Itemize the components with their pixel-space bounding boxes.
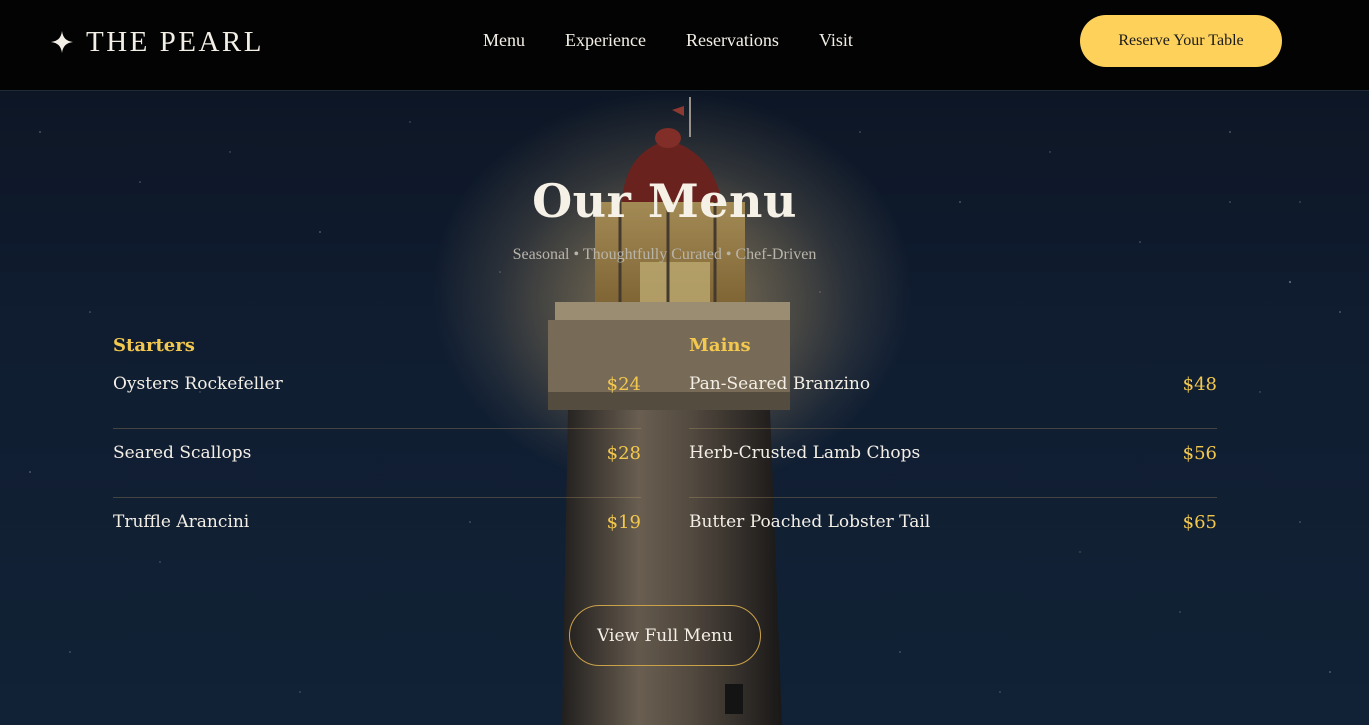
menu-item: Oysters Rockefeller $24 bbox=[113, 360, 641, 429]
main-nav: Menu Experience Reservations Visit bbox=[483, 30, 853, 51]
dish-price: $65 bbox=[1182, 512, 1217, 533]
dish-price: $24 bbox=[606, 374, 641, 395]
menu-item: Pan-Seared Branzino $48 bbox=[689, 360, 1217, 429]
dish-price: $28 bbox=[606, 443, 641, 464]
dish-name: Truffle Arancini bbox=[113, 512, 250, 532]
dish-price: $19 bbox=[606, 512, 641, 533]
mains-section: Mains Pan-Seared Branzino $48 Herb-Crust… bbox=[689, 332, 1217, 567]
menu-tagline: Seasonal • Thoughtfully Curated • Chef-D… bbox=[512, 246, 817, 263]
dish-name: Herb-Crusted Lamb Chops bbox=[689, 443, 921, 463]
menu-item: Herb-Crusted Lamb Chops $56 bbox=[689, 429, 1217, 498]
menu-title: Our Menu bbox=[532, 174, 797, 228]
nav-link-experience[interactable]: Experience bbox=[565, 30, 646, 51]
reserve-table-button[interactable]: Reserve Your Table bbox=[1080, 15, 1282, 67]
section-heading-starters: Starters bbox=[113, 335, 195, 356]
dish-price: $48 bbox=[1182, 374, 1217, 395]
menu-content: Our Menu Seasonal • Thoughtfully Curated… bbox=[0, 92, 1369, 725]
brand-logo[interactable]: THE PEARL bbox=[50, 22, 264, 62]
menu-item: Butter Poached Lobster Tail $65 bbox=[689, 498, 1217, 567]
dish-name: Butter Poached Lobster Tail bbox=[689, 512, 931, 532]
nav-link-menu[interactable]: Menu bbox=[483, 30, 525, 51]
view-full-menu-button[interactable]: View Full Menu bbox=[569, 605, 761, 666]
sparkle-star-icon bbox=[51, 31, 73, 53]
site-header: THE PEARL Menu Experience Reservations V… bbox=[0, 0, 1369, 91]
menu-item: Truffle Arancini $19 bbox=[113, 498, 641, 567]
menu-item: Seared Scallops $28 bbox=[113, 429, 641, 498]
section-heading-mains: Mains bbox=[689, 335, 751, 356]
dish-price: $56 bbox=[1182, 443, 1217, 464]
menu-hero: Our Menu Seasonal • Thoughtfully Curated… bbox=[0, 92, 1369, 725]
starters-section: Starters Oysters Rockefeller $24 Seared … bbox=[113, 332, 641, 567]
brand-name: THE PEARL bbox=[86, 25, 264, 58]
dish-name: Oysters Rockefeller bbox=[113, 374, 283, 394]
nav-link-visit[interactable]: Visit bbox=[819, 30, 853, 51]
dish-name: Pan-Seared Branzino bbox=[689, 374, 871, 394]
nav-link-reservations[interactable]: Reservations bbox=[686, 30, 779, 51]
dish-name: Seared Scallops bbox=[113, 443, 252, 463]
